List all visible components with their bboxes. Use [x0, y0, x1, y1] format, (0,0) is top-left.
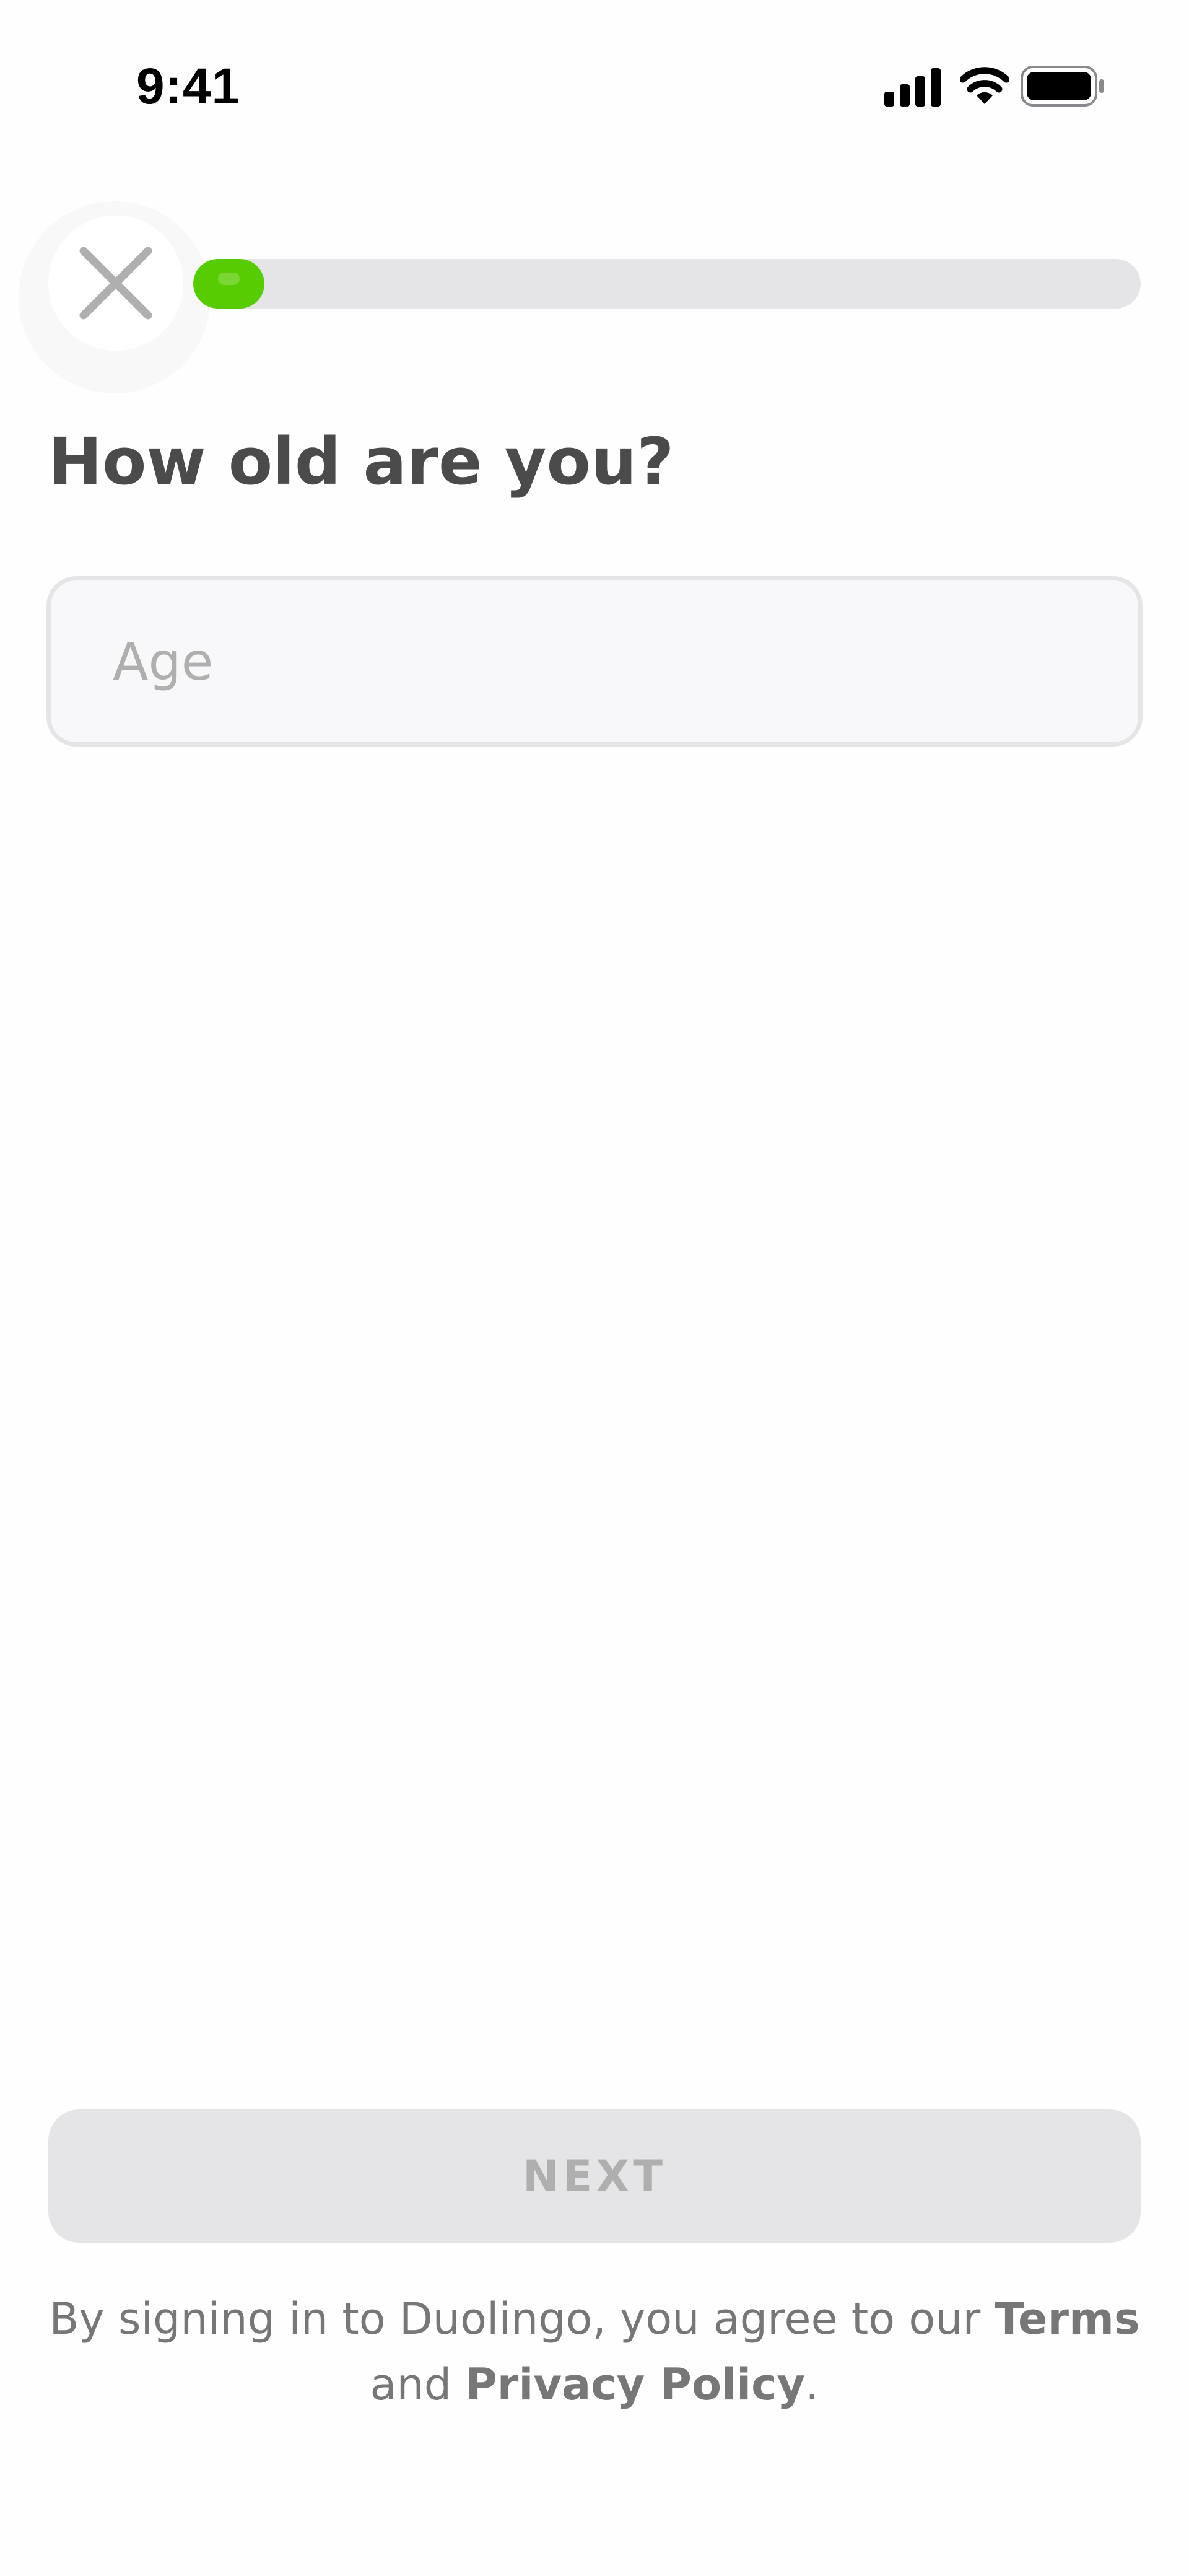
- status-time: 9:41: [136, 58, 241, 115]
- age-input[interactable]: [46, 576, 1143, 747]
- close-icon: [79, 247, 152, 320]
- legal-text-middle: and: [370, 2359, 466, 2410]
- next-button[interactable]: NEXT: [48, 2109, 1141, 2243]
- legal-text-prefix: By signing in to Duolingo, you agree to …: [49, 2293, 995, 2344]
- terms-link[interactable]: Terms: [995, 2293, 1140, 2344]
- close-button[interactable]: [48, 216, 183, 351]
- page-title: How old are you?: [48, 424, 674, 499]
- privacy-policy-link[interactable]: Privacy Policy: [466, 2359, 806, 2410]
- progress-bar: [193, 259, 1141, 309]
- battery-icon: [1021, 66, 1104, 107]
- cellular-signal-icon: [884, 68, 941, 107]
- legal-text: By signing in to Duolingo, you agree to …: [37, 2286, 1152, 2417]
- status-icons: [879, 62, 1108, 118]
- legal-text-suffix: .: [805, 2359, 819, 2410]
- wifi-icon: [960, 67, 1009, 104]
- progress-fill: [193, 259, 264, 309]
- progress-fill-highlight: [218, 273, 240, 285]
